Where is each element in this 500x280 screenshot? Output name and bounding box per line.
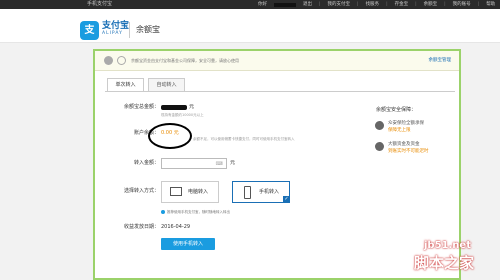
method-pc-label: 电脑转入 bbox=[188, 189, 209, 195]
date-value: 2016-04-29 bbox=[161, 224, 191, 230]
date-label: 收益发放日期： bbox=[123, 224, 159, 230]
alipay-logo-text: 支付宝 bbox=[102, 21, 130, 31]
redacted-username bbox=[274, 2, 296, 7]
security-item-1-line2: 保障无上限 bbox=[388, 128, 411, 133]
header-divider bbox=[129, 22, 130, 38]
lock-icon bbox=[117, 56, 126, 65]
page-header: 支 支付宝 ALIPAY 余额宝 bbox=[0, 9, 500, 43]
logout-link[interactable]: 退出 bbox=[303, 1, 312, 8]
tab-auto-transfer[interactable]: 自动转入 bbox=[148, 78, 185, 92]
total-amount-note: 现持有金额约10000元以上 bbox=[161, 113, 204, 117]
shield-icon bbox=[104, 56, 113, 65]
method-label: 选择转入方式： bbox=[123, 188, 159, 194]
yuebao-manage-link[interactable]: 余额宝管理 bbox=[429, 57, 452, 64]
tab-single-transfer[interactable]: 单次转入 bbox=[107, 78, 144, 92]
amount-unit: 元 bbox=[229, 160, 235, 166]
notice-text: 余额宝资金由支付宝和基金公司保障，安全可靠，请放心使用 bbox=[131, 58, 239, 63]
check-icon: ✓ bbox=[283, 196, 290, 203]
security-item-2-line2: 到账实时不可能迟时 bbox=[388, 149, 429, 154]
highlight-circle bbox=[148, 123, 192, 149]
greeting-text: 你好 bbox=[258, 2, 267, 7]
security-item-2-line1: 大额资金及资金 bbox=[388, 142, 420, 147]
find-service-link[interactable]: 找服务 bbox=[366, 1, 380, 8]
my-account-link[interactable]: 我的账号 bbox=[453, 1, 471, 8]
product-title: 余额宝 bbox=[136, 25, 160, 34]
save-money-link[interactable]: 存金宝 bbox=[395, 1, 409, 8]
method-pc-option[interactable]: 电脑转入 bbox=[161, 181, 219, 203]
insurance-icon bbox=[375, 121, 384, 130]
phone-tip-text: 推荐使用手机支付宝，随时随地转入转出 bbox=[167, 210, 230, 214]
info-icon bbox=[161, 210, 165, 214]
tab-underline bbox=[105, 91, 455, 92]
funds-icon bbox=[375, 142, 384, 151]
total-amount-unit: 元 bbox=[188, 104, 194, 110]
method-phone-label: 手机转入 bbox=[259, 189, 280, 195]
notice-bar: 余额宝资金由支付宝和基金公司保障，安全可靠，请放心使用 余额宝管理 bbox=[95, 51, 459, 71]
alipay-logo-icon[interactable]: 支 bbox=[80, 21, 99, 40]
alipay-logo-subtext: ALIPAY bbox=[102, 31, 123, 36]
top-nav-bar: 手机支付宝 你好 退出 | 我的支付宝 | 找服务 | 存金宝 | 余额宝 | … bbox=[0, 0, 500, 9]
yuebao-link[interactable]: 余额宝 bbox=[424, 1, 438, 8]
balance-note: 余额不足，可以使用储蓄卡快捷支付，同时可使用手机支付宝转入 bbox=[193, 137, 295, 141]
help-link[interactable]: 帮助 bbox=[486, 1, 495, 8]
method-phone-option[interactable]: 手机转入 ✓ bbox=[232, 181, 290, 203]
computer-icon bbox=[170, 187, 182, 196]
submit-button[interactable]: 使用手机转入 bbox=[161, 238, 215, 250]
amount-label: 转入金额： bbox=[133, 160, 159, 166]
my-alipay-link[interactable]: 我的支付宝 bbox=[328, 1, 351, 8]
security-item-1-line1: 众安保险全额承保 bbox=[388, 121, 424, 126]
transfer-tabs: 单次转入 自动转入 bbox=[107, 78, 189, 92]
phone-tip: 推荐使用手机支付宝，随时随地转入转出 bbox=[161, 209, 230, 215]
transfer-panel: 余额宝资金由支付宝和基金公司保障，安全可靠，请放心使用 余额宝管理 单次转入 自… bbox=[93, 49, 461, 280]
mobile-alipay-link[interactable]: 手机支付宝 bbox=[87, 1, 112, 8]
security-title: 余额宝安全保障： bbox=[376, 107, 417, 113]
phone-icon bbox=[244, 186, 251, 199]
watermark-site: 脚本之家 bbox=[414, 254, 475, 272]
watermark-domain: jb51.net bbox=[424, 240, 471, 251]
top-links: 你好 退出 | 我的支付宝 | 找服务 | 存金宝 | 余额宝 | 我的账号 |… bbox=[258, 1, 496, 8]
